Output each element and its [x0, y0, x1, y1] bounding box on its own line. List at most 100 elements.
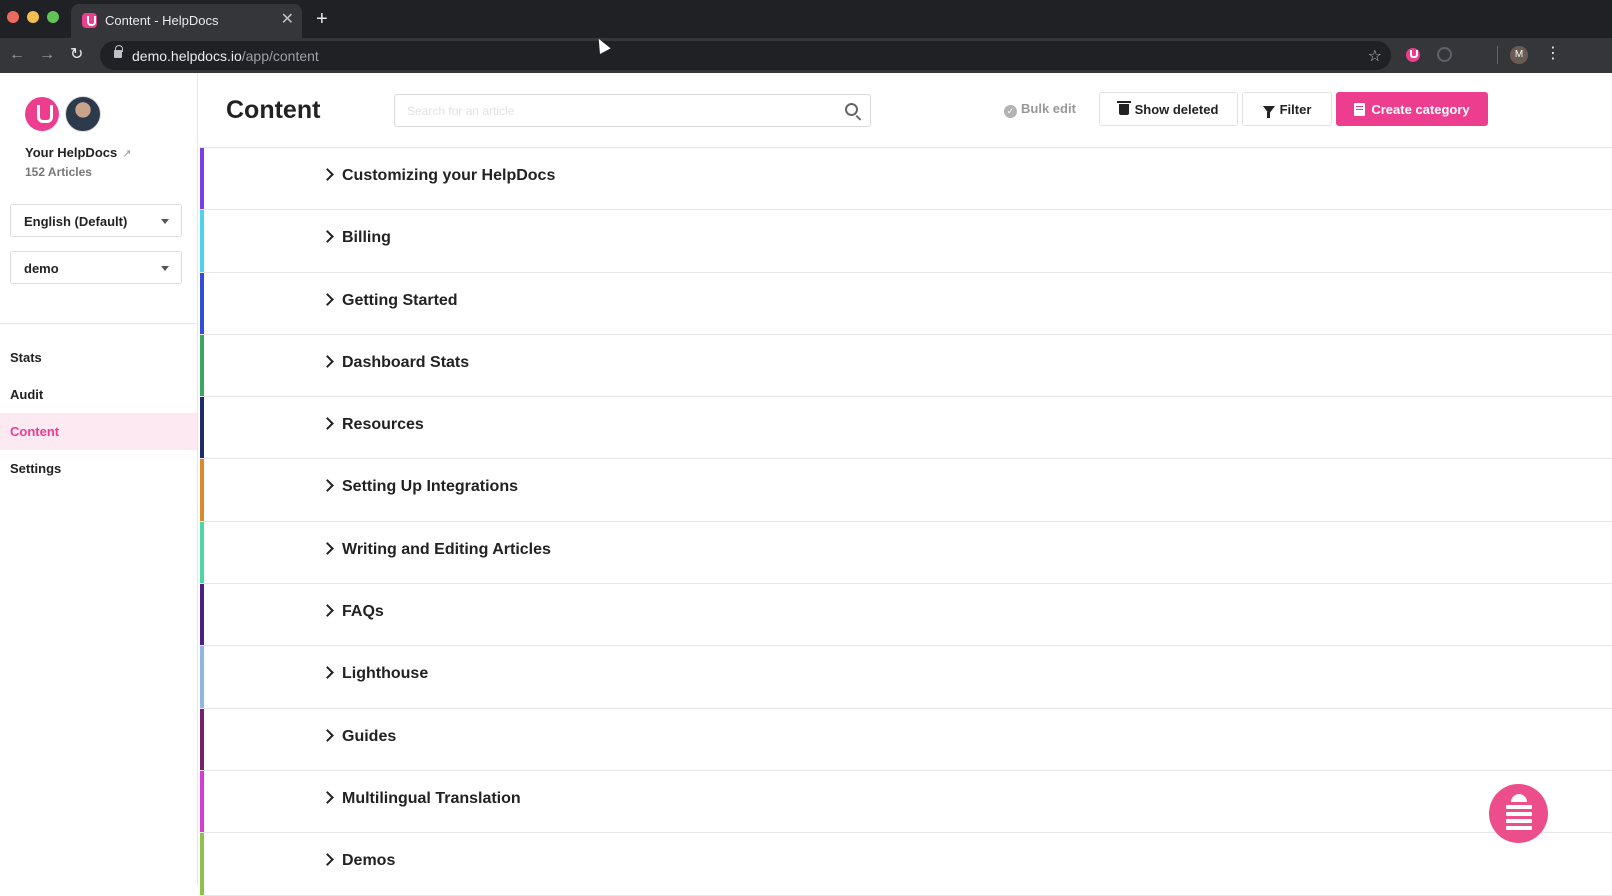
category-row[interactable]: Getting Started: [199, 272, 1612, 335]
helpdocs-logo-icon[interactable]: [25, 97, 59, 131]
category-list: Customizing your HelpDocs Billing Gettin…: [199, 147, 1612, 896]
browser-tab[interactable]: Content - HelpDocs ✕: [71, 4, 302, 38]
page-title: Content: [226, 96, 321, 124]
browser-toolbar: ← → ↻ demo.helpdocs.io/app/content ☆ M ⋮: [0, 38, 1612, 73]
category-color-bar: [200, 646, 204, 708]
sidebar-item-settings[interactable]: Settings: [0, 450, 197, 487]
chevron-right-icon[interactable]: [321, 666, 334, 680]
chevron-right-icon[interactable]: [321, 292, 334, 306]
minimize-window-button[interactable]: [27, 11, 39, 23]
main-content: Content ✓ Bulk edit Show deleted Filter C…: [199, 73, 1612, 896]
external-link-icon: ↗: [122, 148, 132, 160]
bookmark-star-icon[interactable]: ☆: [1368, 46, 1382, 66]
category-color-bar: [200, 521, 204, 584]
url-path: /app/content: [241, 48, 319, 64]
category-row[interactable]: Demos: [199, 833, 1612, 896]
category-name[interactable]: Resources: [342, 416, 424, 434]
trash-icon: [1116, 101, 1131, 115]
category-name[interactable]: FAQs: [342, 603, 384, 621]
category-name[interactable]: Writing and Editing Articles: [342, 541, 551, 559]
show-deleted-button[interactable]: Show deleted: [1099, 92, 1238, 126]
category-color-bar: [200, 148, 204, 210]
maximize-window-button[interactable]: [47, 11, 59, 23]
category-name[interactable]: Customizing your HelpDocs: [342, 167, 555, 185]
toolbar-divider: [1497, 46, 1498, 64]
category-name[interactable]: Dashboard Stats: [342, 354, 469, 372]
browser-menu-icon[interactable]: ⋮: [1545, 44, 1561, 64]
reload-icon[interactable]: ↻: [70, 45, 83, 65]
url-text[interactable]: demo.helpdocs.io/app/content: [132, 48, 319, 64]
project-select[interactable]: demo: [10, 251, 182, 284]
category-name[interactable]: Demos: [342, 852, 395, 870]
category-color-bar: [200, 708, 204, 770]
chevron-right-icon[interactable]: [321, 417, 334, 431]
category-name[interactable]: Getting Started: [342, 292, 458, 310]
chevron-right-icon[interactable]: [321, 230, 334, 244]
profile-avatar[interactable]: M: [1510, 46, 1528, 64]
project-select-value: demo: [24, 261, 59, 276]
chevron-right-icon[interactable]: [321, 355, 334, 368]
category-row[interactable]: Lighthouse: [199, 646, 1612, 709]
category-color-bar: [200, 584, 204, 646]
book-icon: [1354, 103, 1366, 116]
search-icon[interactable]: [845, 103, 858, 116]
category-row[interactable]: Guides: [199, 708, 1612, 771]
lock-icon[interactable]: [114, 45, 123, 58]
url-host: demo.helpdocs.io: [132, 48, 242, 64]
forward-arrow-icon[interactable]: →: [39, 45, 55, 65]
sidebar: Your HelpDocs ↗ 152 Articles English (Def…: [0, 73, 198, 885]
help-beacon-button[interactable]: [1489, 784, 1548, 843]
site-name-link[interactable]: Your HelpDocs ↗: [25, 145, 131, 160]
category-row[interactable]: Dashboard Stats: [199, 334, 1612, 398]
new-tab-button[interactable]: +: [316, 9, 328, 29]
article-count: 152 Articles: [25, 165, 92, 179]
chevron-right-icon[interactable]: [321, 541, 334, 555]
back-arrow-icon[interactable]: ←: [9, 45, 25, 65]
category-name[interactable]: Guides: [342, 728, 396, 746]
helpdocs-favicon-icon: [82, 13, 97, 28]
category-row[interactable]: Writing and Editing Articles: [199, 521, 1612, 585]
show-deleted-label: Show deleted: [1134, 102, 1219, 117]
sidebar-item-content[interactable]: Content: [0, 413, 197, 450]
category-row[interactable]: Setting Up Integrations: [199, 459, 1612, 522]
category-name[interactable]: Billing: [342, 229, 391, 247]
filter-icon: [1262, 106, 1275, 118]
create-category-button[interactable]: Create category: [1336, 92, 1488, 126]
browser-tab-bar: Content - HelpDocs ✕ +: [0, 0, 1612, 38]
language-select[interactable]: English (Default): [10, 204, 182, 237]
chevron-right-icon[interactable]: [321, 479, 334, 493]
tab-title: Content - HelpDocs: [105, 13, 219, 28]
user-avatar[interactable]: [65, 96, 101, 132]
check-circle-icon: ✓: [1004, 105, 1017, 118]
chevron-right-icon[interactable]: [321, 168, 334, 181]
article-search: [394, 94, 871, 127]
chevron-right-icon[interactable]: [321, 791, 334, 804]
category-color-bar: [200, 770, 204, 833]
address-bar[interactable]: demo.helpdocs.io/app/content ☆: [100, 41, 1391, 70]
category-row[interactable]: Billing: [199, 210, 1612, 273]
category-row[interactable]: FAQs: [199, 584, 1612, 647]
site-name: Your HelpDocs: [25, 145, 118, 160]
search-input[interactable]: [396, 96, 826, 125]
category-row[interactable]: Customizing your HelpDocs: [199, 148, 1612, 211]
bulk-edit-button[interactable]: ✓ Bulk edit: [1004, 101, 1076, 118]
chevron-right-icon[interactable]: [321, 728, 334, 742]
chevron-right-icon[interactable]: [321, 604, 334, 617]
category-row[interactable]: Resources: [199, 397, 1612, 460]
sidebar-item-audit[interactable]: Audit: [0, 376, 197, 413]
category-name[interactable]: Setting Up Integrations: [342, 478, 518, 496]
category-row[interactable]: Multilingual Translation: [199, 770, 1612, 834]
filter-button[interactable]: Filter: [1242, 92, 1332, 126]
chevron-right-icon[interactable]: [321, 853, 334, 867]
tab-close-icon[interactable]: ✕: [281, 11, 294, 29]
create-category-label: Create category: [1371, 102, 1470, 117]
category-name[interactable]: Multilingual Translation: [342, 790, 521, 808]
helpdocs-extension-icon[interactable]: [1406, 48, 1420, 62]
extension-icon[interactable]: [1437, 47, 1452, 62]
category-color-bar: [200, 210, 204, 272]
sidebar-item-stats[interactable]: Stats: [0, 339, 197, 376]
category-color-bar: [200, 459, 204, 521]
category-name[interactable]: Lighthouse: [342, 665, 428, 683]
close-window-button[interactable]: [7, 11, 19, 23]
category-color-bar: [200, 833, 204, 895]
